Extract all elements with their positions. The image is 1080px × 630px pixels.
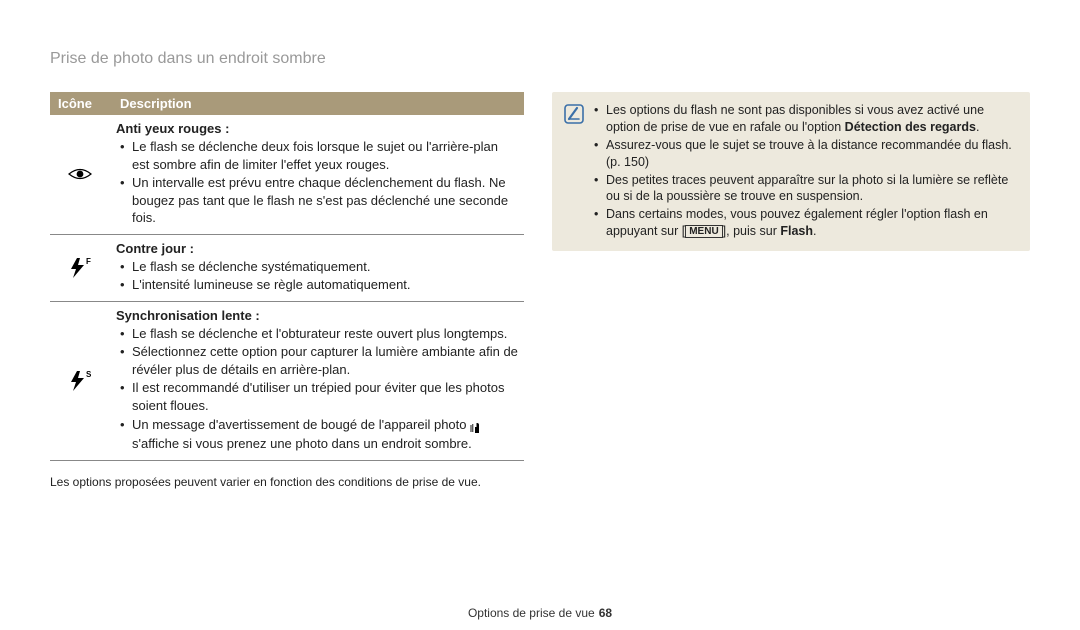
note-b4c: ], puis sur xyxy=(723,224,781,238)
bullet-text: Il est recommandé d'utiliser un trépied … xyxy=(120,379,518,414)
camera-shake-icon xyxy=(470,421,483,434)
note-box: Les options du flash ne sont pas disponi… xyxy=(552,92,1030,251)
note-b4e: . xyxy=(813,224,816,238)
table-footnote: Les options proposées peuvent varier en … xyxy=(50,475,524,489)
svg-text:S: S xyxy=(86,370,92,379)
bullet-text-a: Un message d'avertissement de bougé de l… xyxy=(132,417,470,432)
table-row: Anti yeux rouges : Le flash se déclenche… xyxy=(50,115,524,234)
bullet-text: Le flash se déclenche systématiquement. xyxy=(120,258,518,276)
note-info-icon xyxy=(564,104,584,127)
page-title: Prise de photo dans un endroit sombre xyxy=(50,50,1030,68)
description-cell: Contre jour : Le flash se déclenche syst… xyxy=(112,234,524,301)
footer-section: Options de prise de vue xyxy=(468,606,595,620)
table-header-description: Description xyxy=(112,92,524,115)
bullet-text: Un message d'avertissement de bougé de l… xyxy=(120,416,518,453)
note-b1b: Détection des regards xyxy=(845,120,976,134)
fill-flash-icon: F xyxy=(67,256,93,280)
icon-cell xyxy=(50,115,112,234)
right-column: Les options du flash ne sont pas disponi… xyxy=(552,92,1030,251)
flash-options-table: Icône Description Anti yeux rouges : xyxy=(50,92,524,461)
left-column: Icône Description Anti yeux rouges : xyxy=(50,92,524,489)
icon-cell: F xyxy=(50,234,112,301)
bullet-text: Le flash se déclenche et l'obturateur re… xyxy=(120,325,518,343)
note-bullet: Assurez-vous que le sujet se trouve à la… xyxy=(594,137,1018,171)
row-title: Synchronisation lente : xyxy=(116,308,518,323)
note-bullet: Les options du flash ne sont pas disponi… xyxy=(594,102,1018,136)
bullet-text: Un intervalle est prévu entre chaque déc… xyxy=(120,174,518,227)
table-row: F Contre jour : Le flash se déclenche sy… xyxy=(50,234,524,301)
note-b4d: Flash xyxy=(780,224,813,238)
bullet-text-b: s'affiche si vous prenez une photo dans … xyxy=(132,436,472,451)
footer-page-number: 68 xyxy=(599,606,612,620)
bullet-text: Sélectionnez cette option pour capturer … xyxy=(120,343,518,378)
red-eye-icon xyxy=(67,161,93,187)
row-title: Contre jour : xyxy=(116,241,518,256)
bullet-text: Le flash se déclenche deux fois lorsque … xyxy=(120,138,518,173)
description-cell: Synchronisation lente : Le flash se décl… xyxy=(112,301,524,460)
page-footer: Options de prise de vue 68 xyxy=(0,606,1080,620)
table-row: S Synchronisation lente : Le flash se dé… xyxy=(50,301,524,460)
slow-sync-flash-icon: S xyxy=(67,369,93,393)
table-header-icon: Icône xyxy=(50,92,112,115)
menu-button-label: MENU xyxy=(685,225,722,238)
note-bullet: Des petites traces peuvent apparaître su… xyxy=(594,172,1018,206)
icon-cell: S xyxy=(50,301,112,460)
content-columns: Icône Description Anti yeux rouges : xyxy=(50,92,1030,489)
note-bullet: Dans certains modes, vous pouvez égaleme… xyxy=(594,206,1018,240)
note-b1c: . xyxy=(976,120,979,134)
bullet-text: L'intensité lumineuse se règle automatiq… xyxy=(120,276,518,294)
svg-text:F: F xyxy=(86,257,91,266)
row-title: Anti yeux rouges : xyxy=(116,121,518,136)
description-cell: Anti yeux rouges : Le flash se déclenche… xyxy=(112,115,524,234)
